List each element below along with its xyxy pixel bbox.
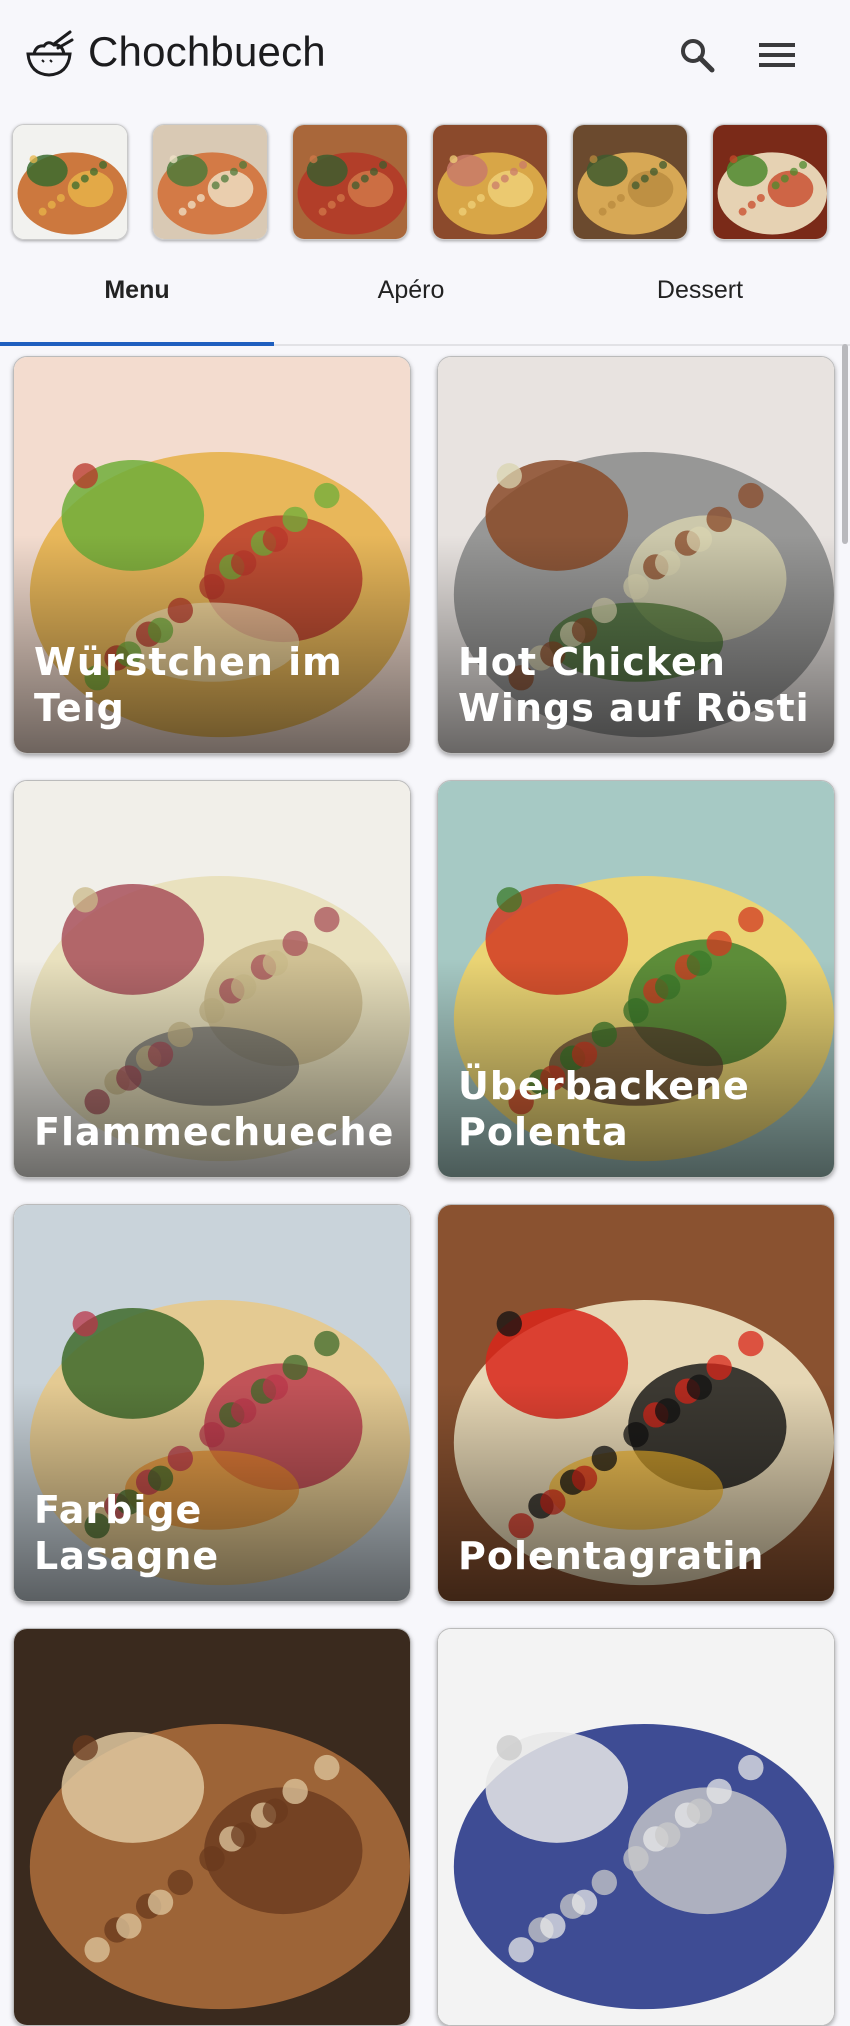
recipe-title: Überbackene Polenta: [458, 1064, 750, 1154]
scrollbar[interactable]: [842, 344, 848, 544]
food-photo: [14, 1629, 410, 2025]
carousel-thumb[interactable]: [712, 124, 828, 240]
recipe-card[interactable]: Würstchen im Teig: [13, 356, 411, 754]
recipe-card[interactable]: Flammechueche: [13, 780, 411, 1178]
carousel-thumb[interactable]: [292, 124, 408, 240]
tab-menu[interactable]: Menu: [0, 276, 274, 305]
recipe-title: Hot Chicken Wings auf Rösti: [458, 640, 810, 730]
food-photo: [713, 125, 827, 239]
food-photo: [433, 125, 547, 239]
bowl-with-chopsticks-icon: [24, 30, 74, 80]
recipe-card-partial[interactable]: [437, 1628, 835, 2026]
recipe-card[interactable]: Hot Chicken Wings auf Rösti: [437, 356, 835, 754]
carousel-thumb[interactable]: [12, 124, 128, 240]
app-bar: Chochbuech: [0, 0, 850, 110]
recipe-carousel: [12, 124, 828, 242]
recipe-title: Würstchen im Teig: [34, 640, 343, 730]
food-photo: [293, 125, 407, 239]
category-tabs: Menu Apéro Dessert: [0, 248, 850, 346]
food-photo: [153, 125, 267, 239]
tab-apero[interactable]: Apéro: [274, 276, 548, 305]
food-photo: [573, 125, 687, 239]
carousel-thumb[interactable]: [432, 124, 548, 240]
food-photo: [13, 125, 127, 239]
food-photo: [438, 1629, 834, 2025]
tab-dessert[interactable]: Dessert: [560, 276, 840, 305]
recipe-card[interactable]: Überbackene Polenta: [437, 780, 835, 1178]
recipe-card[interactable]: Polentagratin: [437, 1204, 835, 1602]
search-icon[interactable]: [672, 30, 722, 80]
recipe-card-partial[interactable]: [13, 1628, 411, 2026]
recipe-title: Polentagratin: [458, 1534, 765, 1578]
recipe-title: Farbige Lasagne: [34, 1488, 220, 1578]
hamburger-menu-icon[interactable]: [752, 30, 802, 80]
app-title: Chochbuech: [88, 28, 326, 75]
carousel-thumb[interactable]: [152, 124, 268, 240]
recipe-title: Flammechueche: [34, 1110, 395, 1154]
active-tab-indicator: [0, 342, 274, 346]
carousel-thumb[interactable]: [572, 124, 688, 240]
recipe-card[interactable]: Farbige Lasagne: [13, 1204, 411, 1602]
